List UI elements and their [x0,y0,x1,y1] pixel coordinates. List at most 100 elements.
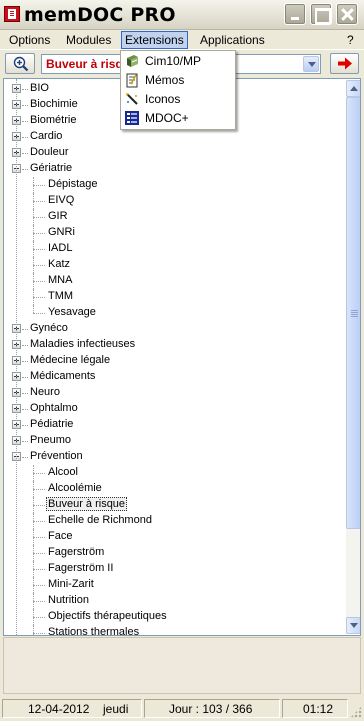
tree-connector [33,209,34,225]
tree-label[interactable]: Cardio [28,130,64,142]
tree-node[interactable]: Douleur [4,145,342,161]
tree-label[interactable]: Dépistage [46,178,100,190]
tree-label[interactable]: Yesavage [46,306,98,318]
tree-label[interactable]: Prévention [28,450,85,462]
tree-label[interactable]: BIO [28,82,51,94]
tree-connector [33,473,45,474]
tree-node[interactable]: Pneumo [4,433,342,449]
menu-item-memos[interactable]: Mémos [121,71,235,90]
tree-leaf[interactable]: Alcool [4,465,342,481]
tree-label[interactable]: GIR [46,210,70,222]
tree-label[interactable]: MNA [46,274,74,286]
tree-label[interactable]: Maladies infectieuses [28,338,137,350]
tree-label[interactable]: TMM [46,290,75,302]
tree-connector [33,481,34,497]
tree-label[interactable]: Gynéco [28,322,70,334]
tree-label[interactable]: Stations thermales [46,626,141,635]
tree-leaf[interactable]: Alcoolémie [4,481,342,497]
tree-leaf[interactable]: Mini-Zarit [4,577,342,593]
status-bar: 12-04-2012 jeudi Jour : 103 / 366 01:12 [0,697,364,721]
tree-leaf[interactable]: Katz [4,257,342,273]
menu-applications[interactable]: Applications [197,32,268,48]
menu-item-mdoc-plus[interactable]: MDOC+ [121,109,235,128]
tree-leaf[interactable]: Face [4,529,342,545]
minimize-button[interactable] [284,3,306,25]
tree-label[interactable]: Neuro [28,386,62,398]
tree-label[interactable]: Fagerström [46,546,106,558]
tree-leaf[interactable]: Objectifs thérapeutiques [4,609,342,625]
menu-item-cim10[interactable]: Cim10/MP [121,52,235,71]
tree-connector [33,281,45,282]
search-combo-value[interactable]: Buveur à risque [46,57,124,71]
extensions-dropdown: Cim10/MP Mémos Iconos MDOC+ [120,50,236,130]
tree-connector [33,233,45,234]
tree-node[interactable]: Maladies infectieuses [4,337,342,353]
menu-help[interactable]: ? [344,32,357,48]
tree-label[interactable]: Pneumo [28,434,73,446]
tree-label[interactable]: Mini-Zarit [46,578,96,590]
tree-leaf[interactable]: Buveur à risque [4,497,342,513]
tree-label[interactable]: Buveur à risque [46,497,128,511]
tree-leaf[interactable]: Echelle de Richmond [4,513,342,529]
tree-leaf[interactable]: Fagerström II [4,561,342,577]
tree-label[interactable]: Objectifs thérapeutiques [46,610,169,622]
vertical-scrollbar[interactable] [346,80,360,634]
tree-node[interactable]: Cardio [4,129,342,145]
tree-trunk [16,79,17,635]
menu-modules[interactable]: Modules [63,32,114,48]
tree-label[interactable]: GNRi [46,226,77,238]
tree-leaf[interactable]: Stations thermales [4,625,342,635]
tree-node[interactable]: Gériatrie [4,161,342,177]
tree-connector [33,313,45,314]
tree-leaf[interactable]: IADL [4,241,342,257]
menu-item-label: Cim10/MP [145,54,202,68]
tree-leaf[interactable]: Dépistage [4,177,342,193]
tree-leaf[interactable]: TMM [4,289,342,305]
tree-label[interactable]: Médicaments [28,370,97,382]
tree-label[interactable]: Katz [46,258,72,270]
maximize-button[interactable] [310,3,332,25]
title-bar[interactable]: memDOC PRO [0,0,364,30]
tree-node[interactable]: Gynéco [4,321,342,337]
tree-label[interactable]: IADL [46,242,74,254]
tree-label[interactable]: Fagerström II [46,562,115,574]
tree-node[interactable]: Médicaments [4,369,342,385]
menu-item-iconos[interactable]: Iconos [121,90,235,109]
go-button[interactable] [330,53,359,74]
scroll-thumb[interactable] [346,97,360,529]
menu-extensions[interactable]: Extensions [121,31,188,49]
tree-label[interactable]: Biochimie [28,98,80,110]
tree-node[interactable]: Ophtalmo [4,401,342,417]
tree-leaf[interactable]: EIVQ [4,193,342,209]
tree-label[interactable]: Nutrition [46,594,91,606]
close-button[interactable] [336,3,358,25]
tree-label[interactable]: Pédiatrie [28,418,75,430]
tree-leaf[interactable]: MNA [4,273,342,289]
protocol-tree[interactable]: BIO Biochimie Biométrie Cardio Douleur Gériat… [3,78,361,636]
tree-leaf[interactable]: GIR [4,209,342,225]
tree-label[interactable]: Face [46,530,74,542]
tree-node[interactable]: Médecine légale [4,353,342,369]
tree-node[interactable]: Prévention [4,449,342,465]
tree-label[interactable]: Echelle de Richmond [46,514,154,526]
tree-leaf[interactable]: Nutrition [4,593,342,609]
tree-label[interactable]: Alcoolémie [46,482,104,494]
tree-node[interactable]: Neuro [4,385,342,401]
tree-label[interactable]: Médecine légale [28,354,112,366]
tree-label[interactable]: Gériatrie [28,162,74,174]
tree-leaf[interactable]: Yesavage [4,305,342,321]
tree-label[interactable]: Ophtalmo [28,402,80,414]
tree-node[interactable]: Pédiatrie [4,417,342,433]
tree-label[interactable]: Douleur [28,146,71,158]
zoom-button[interactable] [5,53,35,74]
menu-options[interactable]: Options [6,32,53,48]
tree-label[interactable]: Biométrie [28,114,78,126]
scroll-up-button[interactable] [346,80,360,97]
tree-leaf[interactable]: GNRi [4,225,342,241]
tree-label[interactable]: EIVQ [46,194,76,206]
tree-leaf[interactable]: Fagerström [4,545,342,561]
chevron-down-icon[interactable] [303,56,319,72]
tree-label[interactable]: Alcool [46,466,80,478]
resize-grip-icon[interactable] [350,706,362,718]
scroll-down-button[interactable] [346,617,360,634]
